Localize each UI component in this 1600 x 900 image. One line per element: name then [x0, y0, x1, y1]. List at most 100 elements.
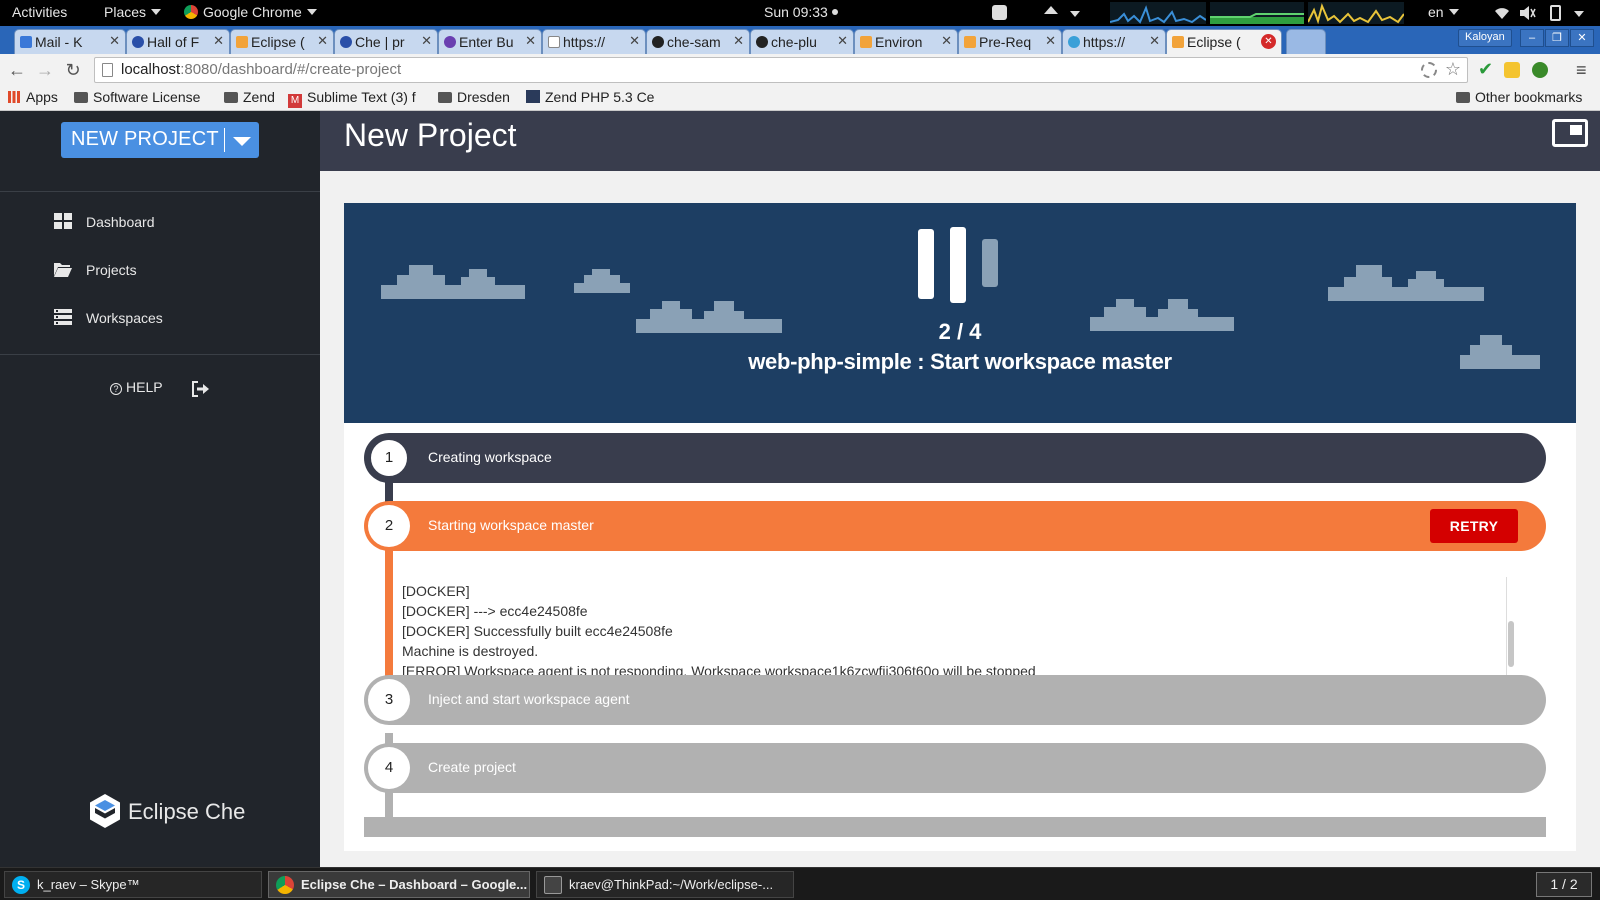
tab-che-pr[interactable]: Che | pr ✕	[334, 29, 438, 54]
tab-eclipse-active[interactable]: Eclipse (✕	[1166, 29, 1282, 54]
clock[interactable]: Sun 09:33	[764, 4, 838, 20]
close-icon[interactable]: ✕	[1261, 34, 1276, 49]
tab-label: Enter Bu	[459, 34, 514, 50]
step-creating-workspace: 1 Creating workspace	[364, 433, 1546, 483]
tab-che-samples[interactable]: che-sam ✕	[646, 29, 750, 54]
bookmark-zend-php[interactable]: Zend PHP 5.3 Ce	[526, 89, 654, 105]
language-menu[interactable]: en	[1428, 4, 1459, 20]
retry-button[interactable]: RETRY	[1430, 509, 1518, 543]
toggle-panel-icon[interactable]	[1552, 119, 1588, 147]
close-icon[interactable]: ✕	[525, 33, 536, 49]
star-extension-icon[interactable]	[1504, 62, 1520, 78]
tab-label: che-plu	[771, 34, 817, 50]
cpu-graph-lines	[1110, 5, 1206, 24]
tab-enter-bug[interactable]: Enter Bu ✕	[438, 29, 542, 54]
taskbar-item-terminal[interactable]: kraev@ThinkPad:~/Work/eclipse-...	[536, 871, 794, 898]
step-log-output[interactable]: [DOCKER] [DOCKER] ---> ecc4e24508fe [DOC…	[402, 573, 1514, 675]
bookmark-sublime-text[interactable]: M Sublime Text (3) f	[288, 89, 416, 108]
progress-banner: 2 / 4 web-php-simple : Start workspace m…	[344, 203, 1576, 423]
cloud-icon	[1068, 36, 1080, 48]
eject-icon[interactable]	[1044, 6, 1058, 14]
close-icon[interactable]: ✕	[317, 33, 328, 49]
bookmark-software-license[interactable]: Software License	[74, 89, 200, 105]
settings-icon[interactable]	[1421, 62, 1437, 78]
maximize-icon[interactable]: ❐	[1545, 29, 1569, 47]
places-menu[interactable]: Places	[104, 4, 162, 20]
folder-icon	[1456, 92, 1470, 103]
new-project-button[interactable]: NEW PROJECT	[61, 122, 259, 158]
cloud-decoration	[1328, 265, 1484, 301]
log-line: [DOCKER]	[402, 583, 470, 599]
close-icon[interactable]: ✕	[109, 33, 120, 49]
sidebar-item-label: Projects	[86, 262, 137, 278]
step-number: 3	[368, 679, 410, 721]
close-icon[interactable]: ✕	[421, 33, 432, 49]
volume-icon[interactable]	[1520, 6, 1536, 20]
tab-mail[interactable]: Mail - K ✕	[14, 29, 126, 54]
close-icon[interactable]: ✕	[837, 33, 848, 49]
bookmark-label: Software License	[93, 89, 201, 105]
wifi-icon[interactable]	[1494, 6, 1510, 20]
chrome-icon	[276, 876, 294, 894]
tab-label: Environ	[875, 34, 923, 50]
chevron-down-icon[interactable]	[1070, 11, 1080, 17]
sidebar-item-label: Workspaces	[86, 310, 163, 326]
bookmark-zend[interactable]: Zend	[224, 89, 275, 105]
back-icon[interactable]: ←	[6, 59, 28, 81]
bookmark-label: Sublime Text (3) f	[307, 89, 416, 105]
notification-dot-icon	[831, 9, 838, 15]
close-window-icon[interactable]: ✕	[1570, 29, 1594, 47]
che-main: New Project 2 / 4 web-php-simple : Start…	[320, 111, 1600, 867]
bookmark-dresden[interactable]: Dresden	[438, 89, 510, 105]
close-icon[interactable]: ✕	[1149, 33, 1160, 49]
taskbar-item-skype[interactable]: Sk_raev – Skype™	[4, 871, 262, 898]
profile-button[interactable]: Kaloyan	[1458, 29, 1512, 47]
minimize-icon[interactable]: –	[1520, 29, 1544, 47]
checkmark-extension-icon[interactable]: ✔	[1478, 59, 1494, 79]
chevron-down-icon[interactable]	[1574, 11, 1584, 17]
gnome-top-bar: Activities Places Google Chrome Sun 09:3…	[0, 0, 1600, 26]
workspace-indicator[interactable]: 1 / 2	[1536, 872, 1592, 897]
bookmark-other[interactable]: Other bookmarks	[1456, 89, 1582, 105]
page-icon	[102, 63, 113, 77]
tab-che-plugins[interactable]: che-plu ✕	[750, 29, 854, 54]
chat-status-icon[interactable]	[992, 5, 1007, 20]
help-link[interactable]: ? HELP	[110, 379, 163, 395]
tab-https-1[interactable]: https:// ✕	[542, 29, 646, 54]
tab-hall-of-fame[interactable]: Hall of F ✕	[126, 29, 230, 54]
reload-icon[interactable]: ↻	[62, 59, 84, 81]
tab-pre-requisites[interactable]: Pre-Req ✕	[958, 29, 1062, 54]
log-scrollbar[interactable]	[1506, 577, 1514, 677]
forward-icon[interactable]: →	[34, 59, 56, 81]
new-tab-button[interactable]	[1286, 29, 1326, 54]
battery-icon[interactable]	[1550, 5, 1561, 21]
close-icon[interactable]: ✕	[629, 33, 640, 49]
bookmark-apps[interactable]: Apps	[8, 89, 58, 105]
scrollbar-thumb[interactable]	[1508, 621, 1514, 667]
chrome-icon	[184, 5, 198, 19]
hamburger-menu-icon[interactable]: ≡	[1576, 60, 1592, 80]
skype-icon: S	[12, 876, 30, 894]
activities-button[interactable]: Activities	[12, 4, 67, 20]
tab-label: https://	[563, 34, 606, 50]
chevron-down-icon[interactable]	[233, 137, 251, 146]
close-icon[interactable]: ✕	[941, 33, 952, 49]
new-project-label: NEW PROJECT	[71, 128, 219, 150]
app-menu[interactable]: Google Chrome	[184, 4, 317, 20]
star-icon[interactable]: ☆	[1445, 59, 1461, 80]
che-sidebar: NEW PROJECT Dashboard Projects Workspace…	[0, 111, 320, 867]
cloud-decoration	[381, 265, 525, 299]
address-bar[interactable]: localhost:8080/dashboard/#/create-projec…	[94, 57, 1468, 83]
tab-environment[interactable]: Environ ✕	[854, 29, 958, 54]
close-icon[interactable]: ✕	[213, 33, 224, 49]
bug-extension-icon[interactable]	[1532, 62, 1548, 78]
taskbar-item-chrome[interactable]: Eclipse Che – Dashboard – Google...	[268, 871, 530, 898]
tab-eclipse[interactable]: Eclipse (✕	[230, 29, 334, 54]
logout-icon[interactable]	[191, 381, 209, 397]
close-icon[interactable]: ✕	[1045, 33, 1056, 49]
step-label: Create project	[428, 759, 516, 775]
tab-https-2[interactable]: https:// ✕	[1062, 29, 1166, 54]
step-counter: 2 / 4	[938, 319, 982, 344]
close-icon[interactable]: ✕	[733, 33, 744, 49]
mail-icon	[20, 36, 32, 48]
